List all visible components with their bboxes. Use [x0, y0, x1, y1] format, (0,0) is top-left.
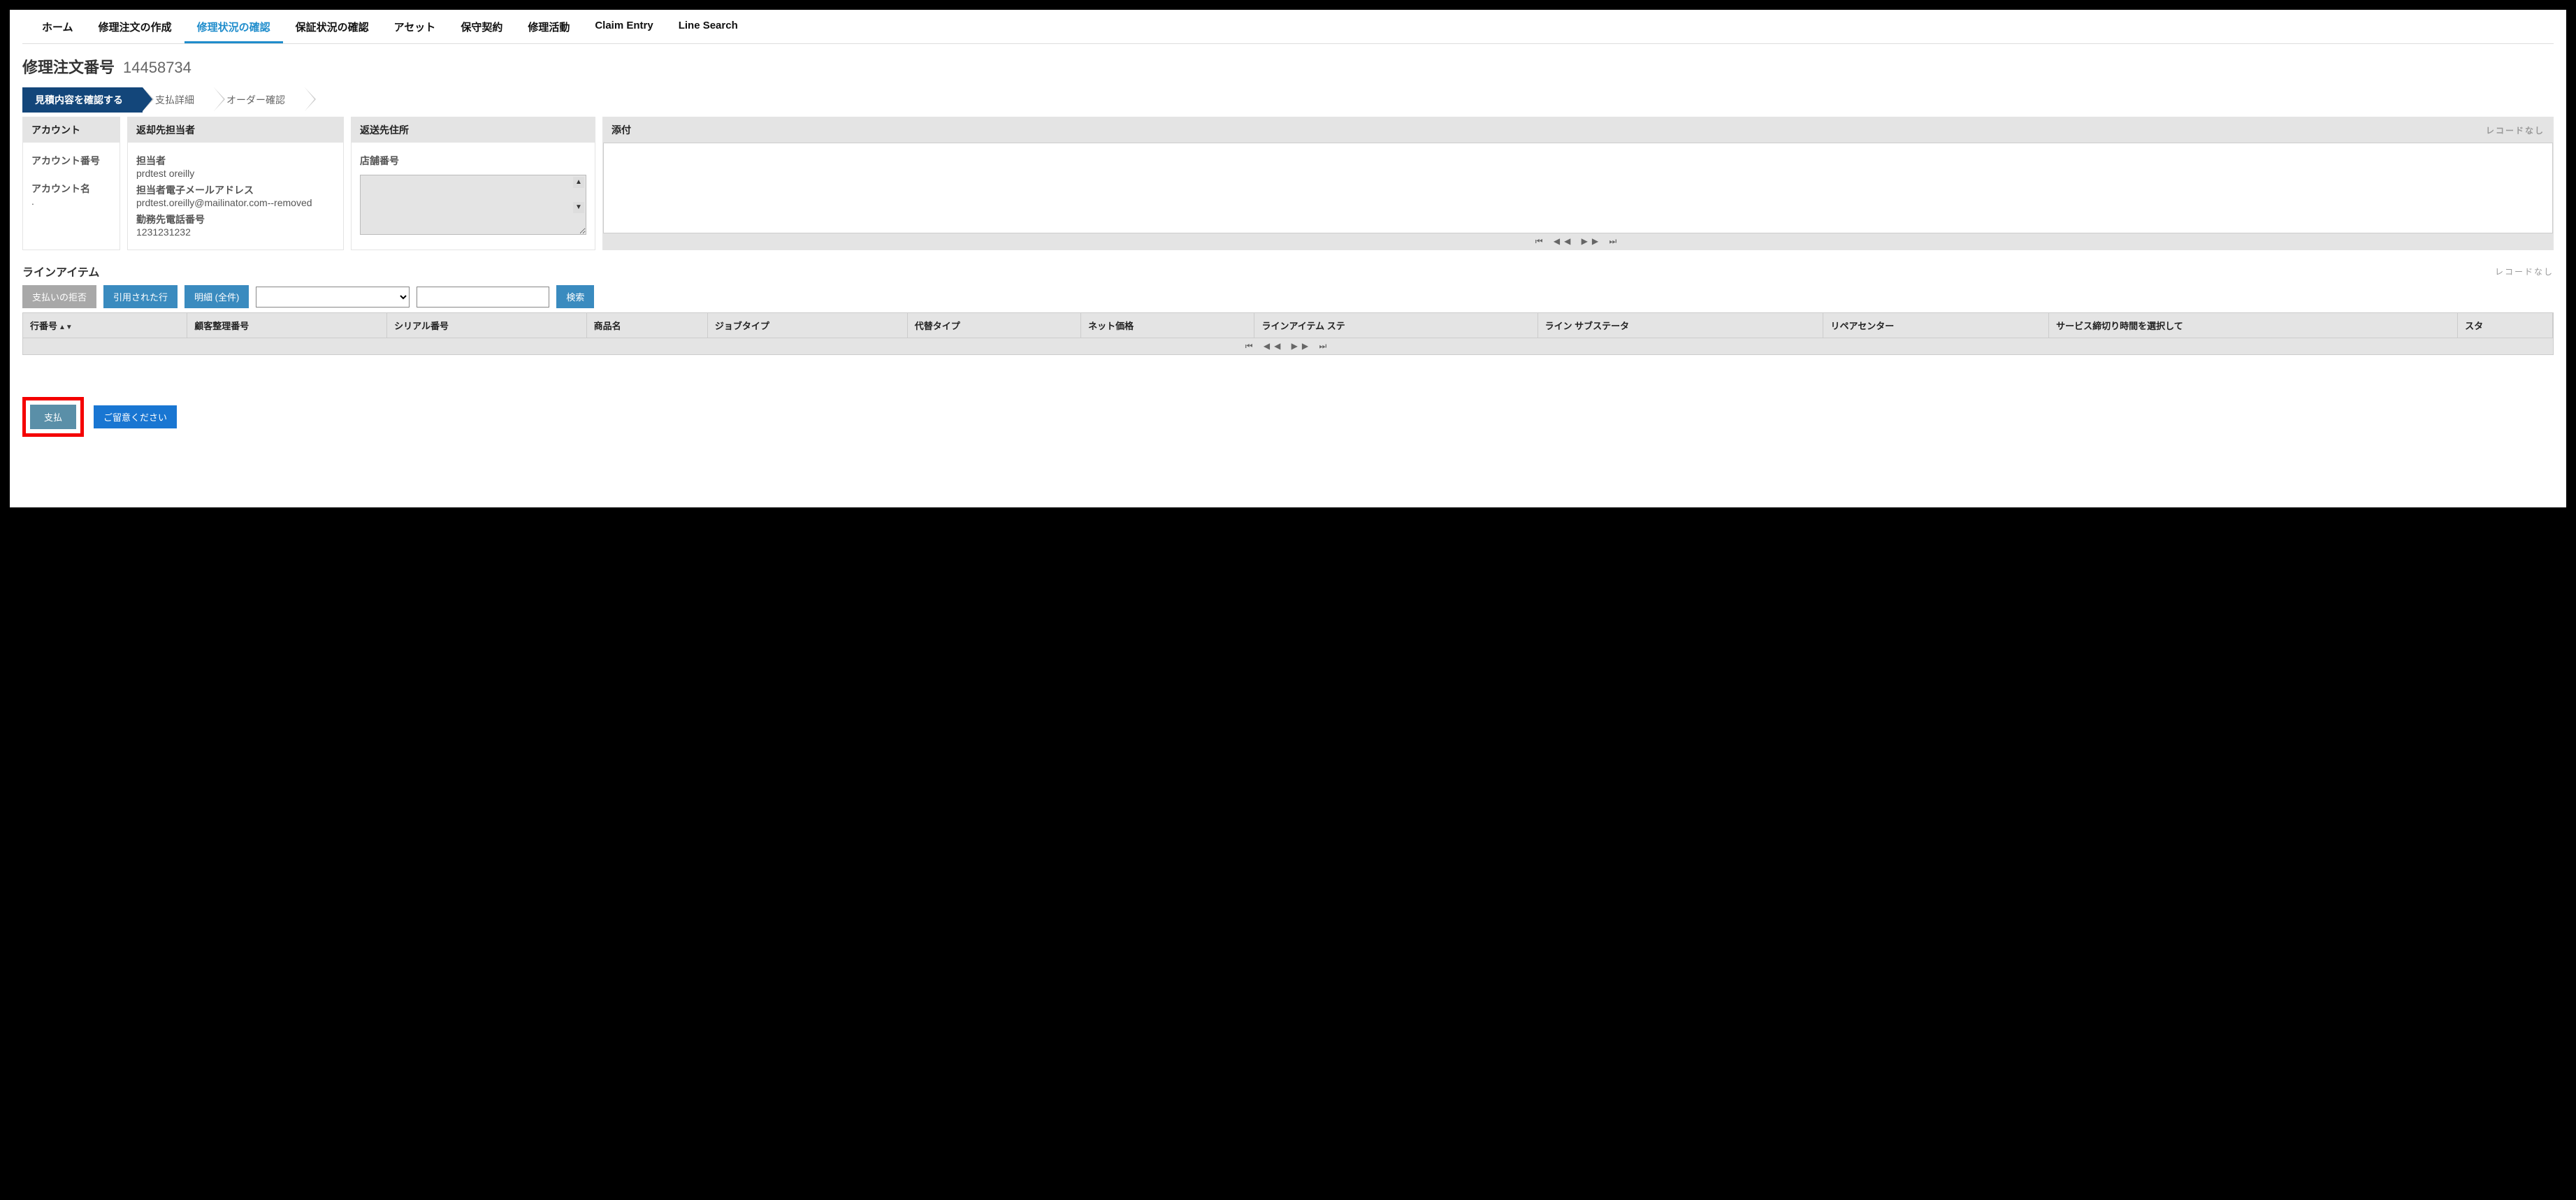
pager-last-icon[interactable]: ⏭: [1609, 236, 1621, 247]
nav-tab-7[interactable]: Claim Entry: [582, 13, 665, 43]
column-header-4[interactable]: ジョブタイプ: [707, 313, 907, 338]
line-items-table-wrap: 行番号▲▼顧客整理番号シリアル番号商品名ジョブタイプ代替タイプネット価格ラインア…: [22, 312, 2554, 355]
nav-tab-3[interactable]: 保証状況の確認: [283, 13, 382, 43]
line-items-title: ラインアイテム: [22, 263, 99, 280]
attach-no-records: レコードなし: [2486, 124, 2545, 136]
card-account: アカウント アカウント番号 アカウント名 .: [22, 117, 120, 250]
line-items-no-records: レコードなし: [2495, 266, 2554, 277]
column-header-5[interactable]: 代替タイプ: [907, 313, 1080, 338]
pager-next-icon[interactable]: ▶▶: [1291, 341, 1312, 351]
pager-prev-icon[interactable]: ◀◀: [1554, 236, 1575, 246]
address-textarea[interactable]: ▲ ▼: [360, 175, 586, 235]
wizard-steps: 見積内容を確認する支払詳細オーダー確認: [22, 87, 2554, 113]
line-items-table: 行番号▲▼顧客整理番号シリアル番号商品名ジョブタイプ代替タイプネット価格ラインア…: [23, 313, 2553, 338]
account-number-label: アカウント番号: [31, 154, 111, 168]
card-attach-header: 添付: [612, 123, 631, 137]
card-address-header: 返送先住所: [352, 117, 595, 143]
pager-first-icon[interactable]: ⏮: [1535, 236, 1547, 247]
nav-tab-6[interactable]: 修理活動: [515, 13, 582, 43]
nav-tab-4[interactable]: アセット: [382, 13, 449, 43]
please-note-button[interactable]: ご留意ください: [94, 405, 177, 428]
card-contact-header: 返却先担当者: [128, 117, 343, 143]
detail-all-button[interactable]: 明細 (全件): [184, 285, 249, 308]
nav-tab-8[interactable]: Line Search: [666, 13, 751, 43]
column-header-6[interactable]: ネット価格: [1081, 313, 1254, 338]
pay-button-highlight: 支払: [22, 397, 84, 437]
wizard-step-2[interactable]: オーダー確認: [214, 87, 305, 113]
column-header-10[interactable]: サービス締切り時間を選択して: [2049, 313, 2458, 338]
pager-prev-icon[interactable]: ◀◀: [1264, 341, 1285, 351]
wizard-step-0[interactable]: 見積内容を確認する: [22, 87, 143, 113]
column-header-2[interactable]: シリアル番号: [387, 313, 586, 338]
attachment-pager: ⏮ ◀◀ ▶▶ ⏭: [603, 233, 2553, 250]
card-attachments: 添付 レコードなし ⏮ ◀◀ ▶▶ ⏭: [602, 117, 2554, 250]
pager-last-icon[interactable]: ⏭: [1319, 341, 1331, 352]
quoted-lines-button[interactable]: 引用された行: [103, 285, 178, 308]
column-header-3[interactable]: 商品名: [586, 313, 707, 338]
pay-button[interactable]: 支払: [30, 405, 76, 429]
contact-person-label: 担当者: [136, 154, 335, 168]
pager-next-icon[interactable]: ▶▶: [1582, 236, 1602, 246]
card-return-address: 返送先住所 店舗番号 ▲ ▼: [351, 117, 595, 250]
nav-tab-5[interactable]: 保守契約: [448, 13, 515, 43]
column-header-9[interactable]: リペアセンター: [1823, 313, 2049, 338]
nav-tab-2[interactable]: 修理状況の確認: [184, 13, 283, 43]
column-header-11[interactable]: スタ: [2458, 313, 2553, 338]
scroll-down-icon[interactable]: ▼: [573, 202, 584, 213]
reject-payment-button[interactable]: 支払いの拒否: [22, 285, 96, 308]
nav-tab-1[interactable]: 修理注文の作成: [86, 13, 184, 43]
page-title-label: 修理注文番号: [22, 55, 115, 78]
account-name-label: アカウント名: [31, 182, 111, 196]
attachment-list: [603, 143, 2553, 233]
sort-arrows-icon[interactable]: ▲▼: [59, 324, 73, 331]
column-header-8[interactable]: ライン サブステータ: [1537, 313, 1823, 338]
contact-email-label: 担当者電子メールアドレス: [136, 183, 335, 197]
pager-first-icon[interactable]: ⏮: [1245, 341, 1257, 352]
scroll-up-icon[interactable]: ▲: [573, 177, 584, 188]
contact-phone-label: 勤務先電話番号: [136, 212, 335, 226]
store-number-label: 店舗番号: [360, 154, 586, 168]
page-title-number: 14458734: [123, 59, 191, 77]
filter-input[interactable]: [417, 287, 549, 308]
filter-select[interactable]: [256, 287, 410, 308]
contact-email-value: prdtest.oreilly@mailinator.com--removed: [136, 197, 335, 208]
search-button[interactable]: 検索: [556, 285, 594, 308]
main-nav: ホーム修理注文の作成修理状況の確認保証状況の確認アセット保守契約修理活動Clai…: [22, 13, 2554, 44]
contact-phone-value: 1231231232: [136, 226, 335, 238]
nav-tab-0[interactable]: ホーム: [29, 13, 86, 43]
column-header-1[interactable]: 顧客整理番号: [187, 313, 387, 338]
column-header-7[interactable]: ラインアイテム ステ: [1254, 313, 1537, 338]
card-return-contact: 返却先担当者 担当者 prdtest oreilly 担当者電子メールアドレス …: [127, 117, 344, 250]
card-account-header: アカウント: [23, 117, 120, 143]
column-header-0[interactable]: 行番号▲▼: [23, 313, 187, 338]
contact-person-value: prdtest oreilly: [136, 168, 335, 179]
line-items-pager: ⏮ ◀◀ ▶▶ ⏭: [23, 338, 2553, 354]
page-title: 修理注文番号 14458734: [22, 55, 2554, 78]
